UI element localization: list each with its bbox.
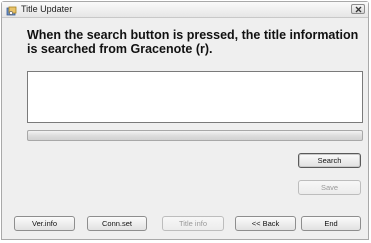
search-progress-bar: [27, 130, 363, 141]
close-icon: [355, 6, 362, 13]
search-result-box[interactable]: [27, 71, 363, 123]
instruction-line-1: When the search button is pressed, the t…: [27, 28, 359, 42]
end-button[interactable]: End: [301, 216, 361, 231]
ver-info-button[interactable]: Ver.info: [14, 216, 75, 231]
conn-set-button[interactable]: Conn.set: [87, 216, 147, 231]
instruction-line-2: is searched from Gracenote (r).: [27, 42, 213, 56]
title-bar: Title Updater: [2, 2, 368, 18]
title-updater-window: Title Updater When the search button is …: [1, 1, 369, 240]
close-button[interactable]: [351, 4, 365, 14]
back-button[interactable]: << Back: [235, 216, 296, 231]
app-icon: [6, 4, 17, 16]
window-title: Title Updater: [21, 4, 73, 14]
instruction-message: When the search button is pressed, the t…: [27, 28, 359, 56]
search-button[interactable]: Search: [298, 153, 361, 168]
save-button[interactable]: Save: [298, 180, 361, 195]
title-info-button[interactable]: Title info: [162, 216, 224, 231]
